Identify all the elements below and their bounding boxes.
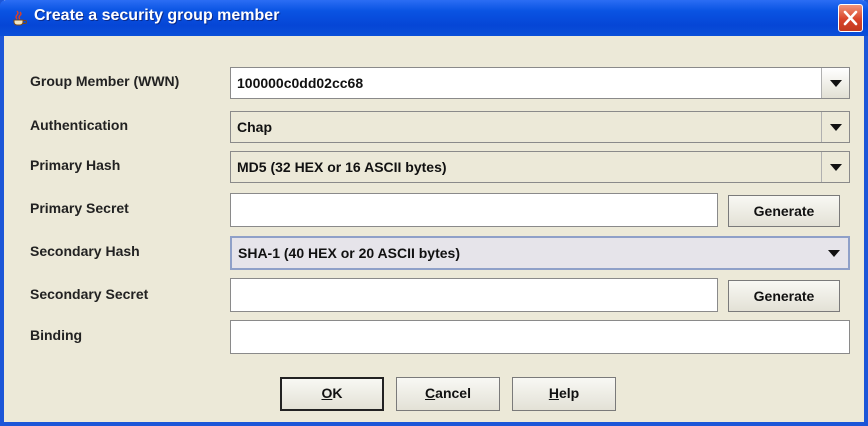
cancel-button[interactable]: Cancel [396,377,500,411]
ok-mnemonic: O [321,385,333,401]
group-member-value: 100000c0dd02cc68 [237,75,364,91]
secondary-hash-value: SHA-1 (40 HEX or 20 ASCII bytes) [238,245,460,261]
chevron-down-icon[interactable] [820,238,848,268]
binding-label: Binding [30,327,83,343]
secondary-secret-label: Secondary Secret [30,286,149,302]
title-bar[interactable]: Create a security group member [0,0,868,36]
binding-input[interactable] [230,320,850,354]
primary-secret-input[interactable] [230,193,718,227]
help-mnemonic: H [548,385,559,401]
primary-generate-button[interactable]: Generate [728,195,840,227]
close-icon [843,10,858,26]
secondary-hash-label: Secondary Hash [30,243,140,259]
primary-secret-label: Primary Secret [30,200,129,216]
window-title: Create a security group member [34,7,280,24]
authentication-combo[interactable]: Chap [230,111,850,143]
secondary-generate-button[interactable]: Generate [728,280,840,312]
primary-hash-label: Primary Hash [30,157,121,173]
close-button[interactable] [838,4,863,32]
help-button[interactable]: Help [512,377,616,411]
help-label: elp [558,385,580,401]
secondary-hash-combo[interactable]: SHA-1 (40 HEX or 20 ASCII bytes) [230,236,850,270]
ok-button[interactable]: OK [280,377,384,411]
group-member-label: Group Member (WWN) [30,73,180,89]
java-cup-icon [13,10,27,26]
primary-hash-value: MD5 (32 HEX or 16 ASCII bytes) [237,159,447,175]
primary-hash-combo[interactable]: MD5 (32 HEX or 16 ASCII bytes) [230,151,850,183]
chevron-down-icon[interactable] [821,68,849,98]
chevron-down-icon[interactable] [821,112,849,142]
authentication-label: Authentication [30,117,128,133]
cancel-label: ancel [435,385,471,401]
chevron-down-icon[interactable] [821,152,849,182]
group-member-combo[interactable]: 100000c0dd02cc68 [230,67,850,99]
cancel-mnemonic: C [425,385,436,401]
dialog-window: Create a security group member Group Mem… [0,0,868,426]
ok-label: K [332,385,343,401]
authentication-value: Chap [237,119,272,135]
secondary-secret-input[interactable] [230,278,718,312]
